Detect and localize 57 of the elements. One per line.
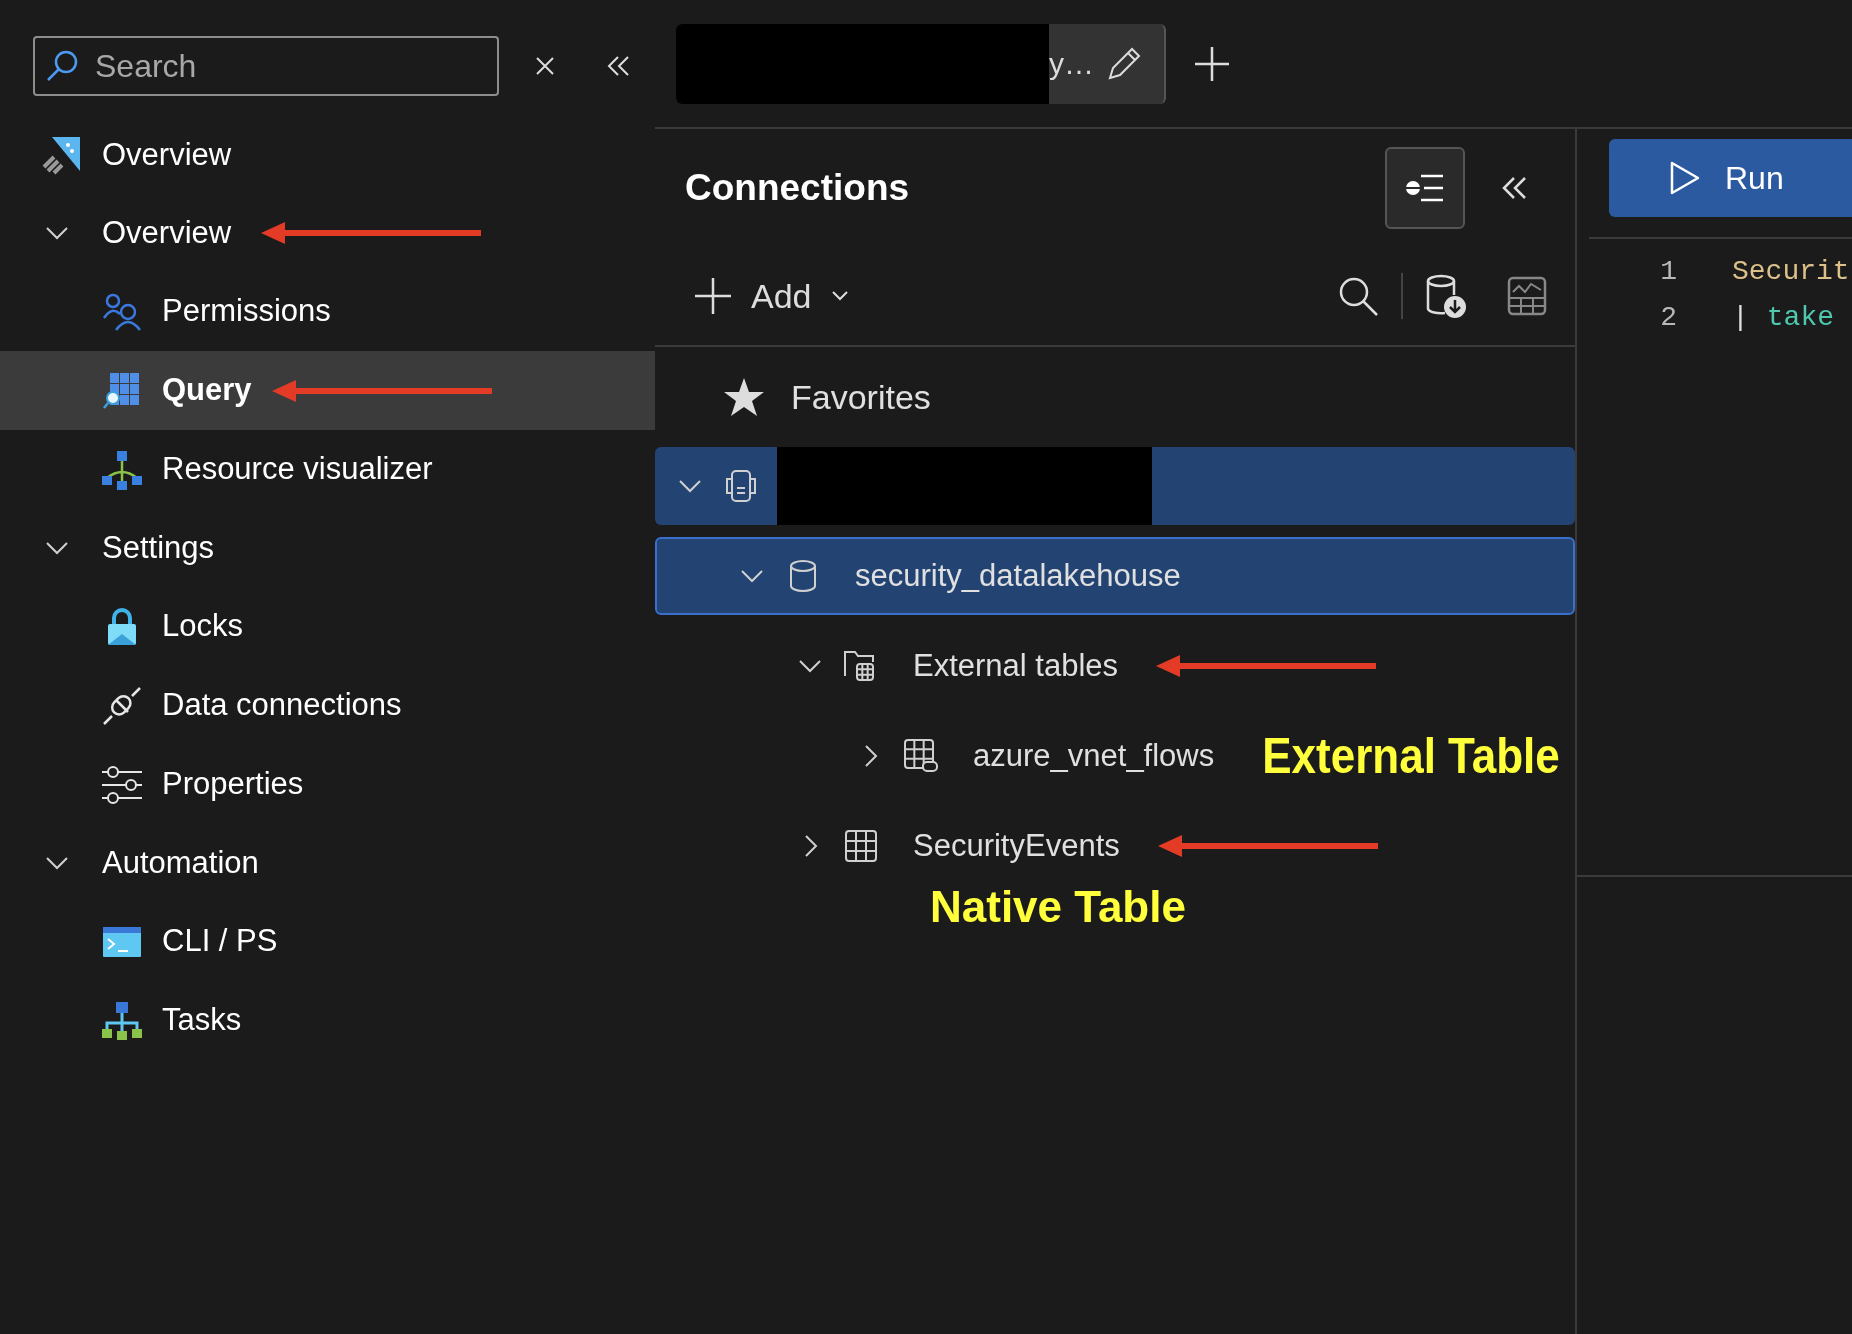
play-icon [1669,160,1701,196]
code-token: Securit [1732,255,1850,289]
star-icon [723,377,765,417]
nav-section[interactable]: Overview [0,194,655,272]
plus-icon [1193,44,1231,83]
nav-item[interactable]: Tasks [0,981,655,1060]
plus-icon [693,276,733,316]
tree-label: security_datalakehouse [855,556,1181,595]
annotation-label: Native Table [930,885,1186,929]
people-icon [102,291,142,332]
hierarchy-icon [102,1000,142,1041]
nav-item[interactable]: Data connections [0,666,655,745]
tree-label: azure_vnet_flows [973,736,1215,775]
tree-label: External tables [913,646,1119,685]
nav-item[interactable]: Locks [0,587,655,666]
nav-item[interactable]: Properties [0,745,655,824]
filter-button[interactable] [1385,147,1465,229]
search-icon [45,49,79,83]
favorites-row[interactable]: Favorites [655,347,1575,447]
line-number: 2 [1659,301,1677,335]
annotation-label: External Table [1262,726,1560,786]
hierarchy-icon [102,449,142,490]
sliders-icon [102,764,142,805]
plug-icon [102,685,142,726]
nav-section[interactable]: Settings [0,509,655,587]
tree-row[interactable]: External tables [655,627,1377,705]
code-token: take [1766,301,1835,335]
nav-item[interactable]: Overview [0,116,655,194]
nav-item[interactable]: Query [0,351,655,430]
linked-table-icon [903,738,939,774]
table-icon [843,828,879,864]
search-field[interactable]: Search [33,36,499,96]
filter-list-icon [1405,173,1445,203]
run-button[interactable]: Run [1609,139,1852,217]
database-download-icon[interactable] [1425,273,1467,319]
search-icon[interactable] [1337,275,1379,317]
nav-item[interactable]: CLI / PS [0,902,655,981]
grid-search-icon [102,370,142,411]
tree-row[interactable]: SecurityEvents [655,807,1378,885]
add-dropdown[interactable]: Add [693,270,850,322]
double-chevron-left-icon [1502,176,1528,200]
rocket-icon [42,135,82,175]
double-chevron-left-icon [607,55,631,77]
device-icon [723,468,759,504]
nav-section[interactable]: Automation [0,824,655,902]
tree-label: SecurityEvents [913,826,1120,865]
query-tab[interactable]: y… [676,23,1166,104]
chevron-down-icon [829,289,850,303]
close-icon [535,56,555,76]
nav-item[interactable]: Resource visualizer [0,430,655,509]
tree-row[interactable]: azure_vnet_flows External Table [655,717,1560,795]
panel-title: Connections [685,166,911,211]
nav-item[interactable]: Permissions [0,272,655,351]
line-number: 1 [1659,255,1677,289]
chart-table-icon[interactable] [1507,276,1547,316]
code-token: | [1732,301,1749,335]
tree-row[interactable]: security_datalakehouse [655,537,1575,615]
